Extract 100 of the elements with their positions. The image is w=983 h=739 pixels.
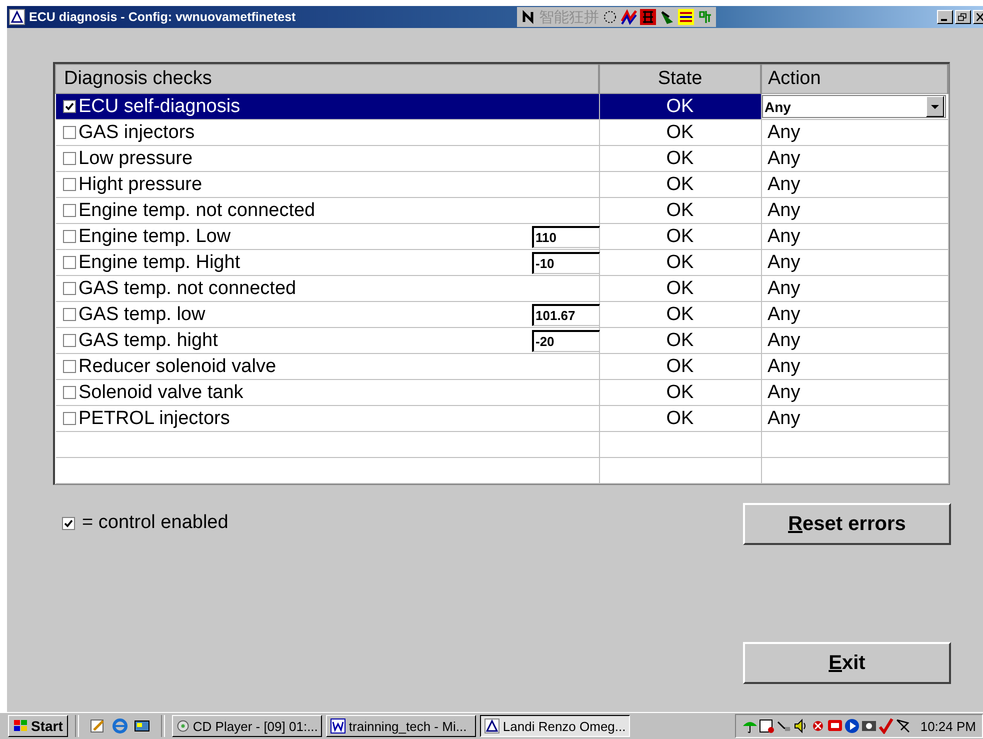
table-cell[interactable]: GAS temp. low 101.67 <box>56 302 599 328</box>
state-text: OK <box>666 148 694 168</box>
table-cell[interactable]: Solenoid valve tank <box>56 380 599 406</box>
check-label: Reducer solenoid valve <box>78 356 276 378</box>
browser-icon[interactable] <box>112 718 128 734</box>
action-text: Any <box>766 304 800 324</box>
desktop-icon[interactable] <box>134 718 150 734</box>
play-icon[interactable] <box>844 718 860 734</box>
minimize-button[interactable] <box>937 10 953 24</box>
checkbox[interactable] <box>62 178 76 191</box>
calendar-icon[interactable] <box>759 718 776 734</box>
app-icon <box>484 718 500 734</box>
state-text: OK <box>666 304 694 324</box>
selected-row-highlight[interactable]: ECU self-diagnosis <box>56 94 599 120</box>
document-icon <box>330 718 346 734</box>
app-icon <box>9 9 25 25</box>
value-field[interactable]: 110 <box>532 226 600 248</box>
check-label: GAS injectors <box>78 122 195 144</box>
check-icon[interactable] <box>878 718 894 734</box>
check-label: PETROL injectors <box>78 408 230 430</box>
state-text: OK <box>666 174 694 194</box>
check-label: Engine temp. Low <box>78 226 231 248</box>
state-text: OK <box>666 330 694 350</box>
state-text: OK <box>666 356 694 376</box>
taskbar-button[interactable]: Landi Renzo Omeg... <box>480 715 630 737</box>
column-header[interactable]: Action <box>761 64 948 94</box>
state-text: OK <box>666 96 694 116</box>
action-text: Any <box>766 330 800 350</box>
taskbar-button[interactable]: CD Player - [09] 01:... <box>172 715 322 737</box>
check-label: GAS temp. low <box>78 304 206 326</box>
check-label: GAS temp. hight <box>78 330 218 352</box>
grid-icon <box>640 9 656 25</box>
check-label: Solenoid valve tank <box>78 382 244 404</box>
checkbox[interactable] <box>62 386 76 399</box>
camera-icon[interactable] <box>861 718 878 734</box>
table-cell[interactable]: Reducer solenoid valve <box>56 354 599 380</box>
table-cell[interactable]: Engine temp. Hight -10 <box>56 250 599 276</box>
knot-icon <box>520 9 536 25</box>
clock-text: 10:24 PM <box>920 718 976 734</box>
action-text: Any <box>766 174 800 194</box>
state-text: OK <box>666 278 694 298</box>
check-label: GAS temp. not connected <box>78 278 296 300</box>
action-text: Any <box>766 226 800 246</box>
start-button[interactable]: Start <box>8 715 68 737</box>
restore-button[interactable] <box>955 10 971 24</box>
checkbox[interactable] <box>62 360 76 373</box>
action-text: Any <box>766 200 800 220</box>
state-text: OK <box>666 122 694 142</box>
checkbox[interactable] <box>62 230 76 243</box>
checkbox[interactable] <box>62 282 76 295</box>
bars-icon <box>678 9 694 25</box>
action-text: Any <box>766 382 800 402</box>
checkbox[interactable] <box>62 256 76 269</box>
action-button[interactable]: Reset errors <box>743 503 951 545</box>
check-label: Engine temp. Hight <box>78 252 240 274</box>
column-header[interactable]: State <box>599 64 761 94</box>
state-text: OK <box>666 226 694 246</box>
value-field[interactable]: -10 <box>532 252 600 274</box>
table-cell[interactable]: Hight pressure <box>56 172 599 198</box>
action-button[interactable]: Exit <box>743 642 951 684</box>
value-field[interactable]: -20 <box>532 330 600 352</box>
checkbox[interactable] <box>62 412 76 425</box>
taskbar-button[interactable]: trainning_tech - Mi... <box>326 715 476 737</box>
checkbox[interactable] <box>62 204 76 217</box>
state-text: OK <box>666 382 694 402</box>
table-cell[interactable]: GAS temp. hight -20 <box>56 328 599 354</box>
check-label: Low pressure <box>78 148 193 170</box>
zigzag-icon <box>621 9 637 25</box>
close-icon <box>976 12 983 22</box>
action-dropdown[interactable]: Any <box>762 95 946 118</box>
glyph-icon <box>697 9 713 25</box>
state-text: OK <box>666 408 694 428</box>
action-text: Any <box>766 148 800 168</box>
table-cell[interactable]: Engine temp. not connected <box>56 198 599 224</box>
minimize-icon <box>941 19 947 21</box>
window-title: ECU diagnosis - Config: vwnuovametfinetest <box>29 10 297 24</box>
table-cell[interactable]: GAS injectors <box>56 120 599 146</box>
action-text: Any <box>766 252 800 272</box>
table-cell[interactable]: GAS temp. not connected <box>56 276 599 302</box>
checkbox[interactable] <box>62 334 76 347</box>
pencil-icon[interactable] <box>90 718 106 734</box>
action-text: Any <box>766 122 800 142</box>
action-text: Any <box>766 278 800 298</box>
checkbox[interactable] <box>62 100 76 113</box>
action-text: Any <box>766 408 800 428</box>
checkbox[interactable] <box>62 516 75 530</box>
table-cell[interactable]: Low pressure <box>56 146 599 172</box>
column-header[interactable]: Diagnosis checks <box>56 64 599 94</box>
checkbox[interactable] <box>62 126 76 139</box>
check-label: Hight pressure <box>78 174 202 196</box>
check-label: Engine temp. not connected <box>78 200 316 222</box>
checkbox[interactable] <box>62 152 76 165</box>
restore-icon <box>958 12 968 22</box>
table-cell[interactable]: PETROL injectors <box>56 406 599 432</box>
table-cell[interactable]: Engine temp. Low 110 <box>56 224 599 250</box>
value-field[interactable]: 101.67 <box>532 304 600 326</box>
state-text: OK <box>666 252 694 272</box>
action-text: Any <box>766 356 800 376</box>
windows-flag-icon <box>13 718 29 734</box>
checkbox[interactable] <box>62 308 76 321</box>
